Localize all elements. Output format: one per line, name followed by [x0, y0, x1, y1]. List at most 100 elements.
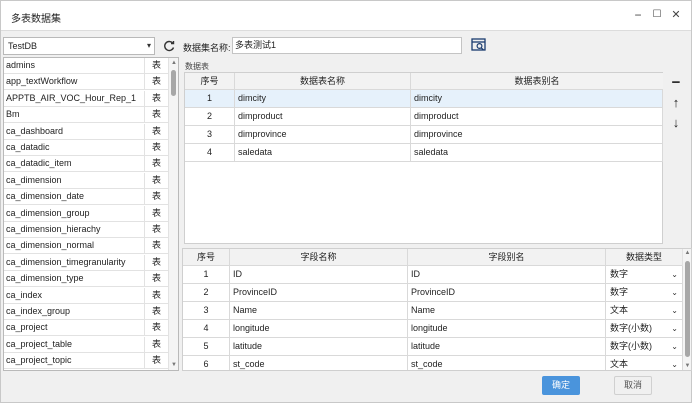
table-list-item[interactable]: ca_dimension_normal 表	[4, 238, 168, 255]
data-type-select[interactable]: 数字(小数) ⌄	[606, 320, 683, 338]
field-row-no: 6	[183, 356, 230, 370]
table-list-item[interactable]: ca_datadic 表	[4, 140, 168, 156]
table-row-alias[interactable]: saledata	[411, 144, 663, 162]
table-list-item[interactable]: ca_dimension_hierachy 表	[4, 222, 168, 238]
field-alias-cell[interactable]: ProvinceID	[408, 284, 606, 302]
database-select[interactable]: TestDB ▾	[3, 37, 155, 55]
chevron-down-icon: ▾	[146, 41, 151, 50]
scroll-up-icon[interactable]: ▲	[683, 250, 691, 256]
data-type-value: 数字	[610, 269, 629, 279]
table-list-item[interactable]: ca_datadic_item 表	[4, 156, 168, 173]
scroll-up-icon[interactable]: ▲	[170, 60, 178, 66]
field-alias-cell[interactable]: longitude	[408, 320, 606, 338]
table-list-item-type: 表	[144, 189, 168, 206]
dataset-name-input[interactable]: 多表测试1	[232, 37, 462, 54]
table-list-item-type: 表	[144, 254, 168, 271]
refresh-icon[interactable]	[161, 38, 177, 54]
table-list-item-type: 表	[144, 123, 168, 140]
maximize-icon[interactable]: ☐	[649, 7, 665, 23]
table-list-item-type: 表	[144, 58, 168, 74]
field-name-cell[interactable]: longitude	[230, 320, 408, 338]
ok-button[interactable]: 确定	[542, 376, 580, 395]
table-list-item[interactable]: ca_dimension_type 表	[4, 271, 168, 288]
table-list-item[interactable]: APPTB_AIR_VOC_Hour_Rep_1 表	[4, 90, 168, 107]
chevron-down-icon: ⌄	[671, 342, 678, 351]
cancel-button[interactable]: 取消	[614, 376, 652, 395]
field-name-cell[interactable]: Name	[230, 302, 408, 320]
move-up-button[interactable]: ↑	[668, 95, 684, 111]
table-list-item[interactable]: ca_dimension 表	[4, 172, 168, 189]
field-row-no: 5	[183, 338, 230, 356]
table-list-item-name: ca_dimension_group	[6, 207, 90, 218]
scroll-down-icon[interactable]: ▼	[170, 362, 178, 368]
table-row-name[interactable]: saledata	[235, 144, 411, 162]
scrollbar-thumb[interactable]	[171, 70, 176, 96]
field-alias-cell[interactable]: Name	[408, 302, 606, 320]
field-name-cell[interactable]: ProvinceID	[230, 284, 408, 302]
table-list-item[interactable]: ca_project_topic 表	[4, 353, 168, 370]
table-list-item[interactable]: ca_project_table 表	[4, 336, 168, 353]
table-row-alias[interactable]: dimcity	[411, 90, 663, 108]
data-type-value: 文本	[610, 359, 629, 369]
column-header-no: 序号	[185, 73, 235, 90]
window-title: 多表数据集	[11, 14, 61, 25]
field-name-cell[interactable]: st_code	[230, 356, 408, 370]
field-alias-cell[interactable]: st_code	[408, 356, 606, 370]
table-list-item[interactable]: app_textWorkflow 表	[4, 74, 168, 91]
data-type-select[interactable]: 数字 ⌄	[606, 266, 683, 284]
table-list-item-type: 表	[144, 74, 168, 91]
table-list-item-name: ca_project_topic	[6, 355, 72, 366]
minimize-icon[interactable]: −	[630, 7, 646, 23]
data-type-select[interactable]: 文本 ⌄	[606, 356, 683, 370]
field-alias-cell[interactable]: latitude	[408, 338, 606, 356]
data-type-select[interactable]: 数字(小数) ⌄	[606, 338, 683, 356]
close-icon[interactable]: ✕	[668, 7, 684, 23]
scroll-down-icon[interactable]: ▼	[683, 363, 691, 369]
table-list-item-name: ca_project	[6, 322, 48, 333]
table-list-item-name: ca_dashboard	[6, 125, 64, 136]
table-row-name[interactable]: dimcity	[235, 90, 411, 108]
move-down-button[interactable]: ↓	[668, 115, 684, 131]
data-type-value: 数字(小数)	[610, 341, 652, 351]
table-list-item[interactable]: ca_index_group 表	[4, 304, 168, 320]
table-row-alias[interactable]: dimproduct	[411, 108, 663, 126]
table-list-scrollbar[interactable]: ▲ ▼	[168, 58, 178, 370]
table-list-item[interactable]: ca_dimension_timegranularity 表	[4, 254, 168, 271]
table-row-alias[interactable]: dimprovince	[411, 126, 663, 144]
dataset-name-label: 数据集名称:	[183, 43, 231, 53]
table-list-item[interactable]: ca_dashboard 表	[4, 123, 168, 140]
field-row-no: 4	[183, 320, 230, 338]
table-list-item-name: Bm	[6, 109, 20, 120]
search-icon[interactable]	[470, 37, 488, 54]
table-list-item-name: app_textWorkflow	[6, 76, 78, 87]
table-row-no: 3	[185, 126, 235, 144]
table-list-item-type: 表	[144, 271, 168, 288]
remove-table-button[interactable]: −	[668, 75, 684, 91]
table-row-name[interactable]: dimprovince	[235, 126, 411, 144]
table-list-item-type: 表	[144, 353, 168, 370]
chevron-down-icon: ⌄	[671, 306, 678, 315]
table-list-item[interactable]: ca_index 表	[4, 287, 168, 304]
field-name-cell[interactable]: ID	[230, 266, 408, 284]
table-list-item-name: ca_dimension_date	[6, 191, 85, 202]
field-name-cell[interactable]: latitude	[230, 338, 408, 356]
table-row-no: 4	[185, 144, 235, 162]
table-list-item[interactable]: ca_dimension_group 表	[4, 205, 168, 222]
table-row-name[interactable]: dimproduct	[235, 108, 411, 126]
data-type-value: 文本	[610, 305, 629, 315]
field-alias-cell[interactable]: ID	[408, 266, 606, 284]
table-list-item[interactable]: ca_project 表	[4, 320, 168, 337]
table-list-item[interactable]: admins 表	[4, 58, 168, 74]
data-type-select[interactable]: 数字 ⌄	[606, 284, 683, 302]
table-list-item-type: 表	[144, 320, 168, 337]
table-list-item-type: 表	[144, 287, 168, 304]
table-list-item-name: ca_index_group	[6, 306, 71, 316]
table-list-item-type: 表	[144, 90, 168, 107]
table-list-item-name: ca_dimension_hierachy	[6, 224, 101, 234]
table-list-item[interactable]: Bm 表	[4, 107, 168, 124]
scrollbar-thumb[interactable]	[685, 261, 690, 357]
table-list-item-name: ca_datadic_item	[6, 158, 72, 169]
table-list-item[interactable]: ca_dimension_date 表	[4, 189, 168, 206]
data-type-select[interactable]: 文本 ⌄	[606, 302, 683, 320]
fields-grid-scrollbar[interactable]: ▲ ▼	[682, 249, 691, 370]
